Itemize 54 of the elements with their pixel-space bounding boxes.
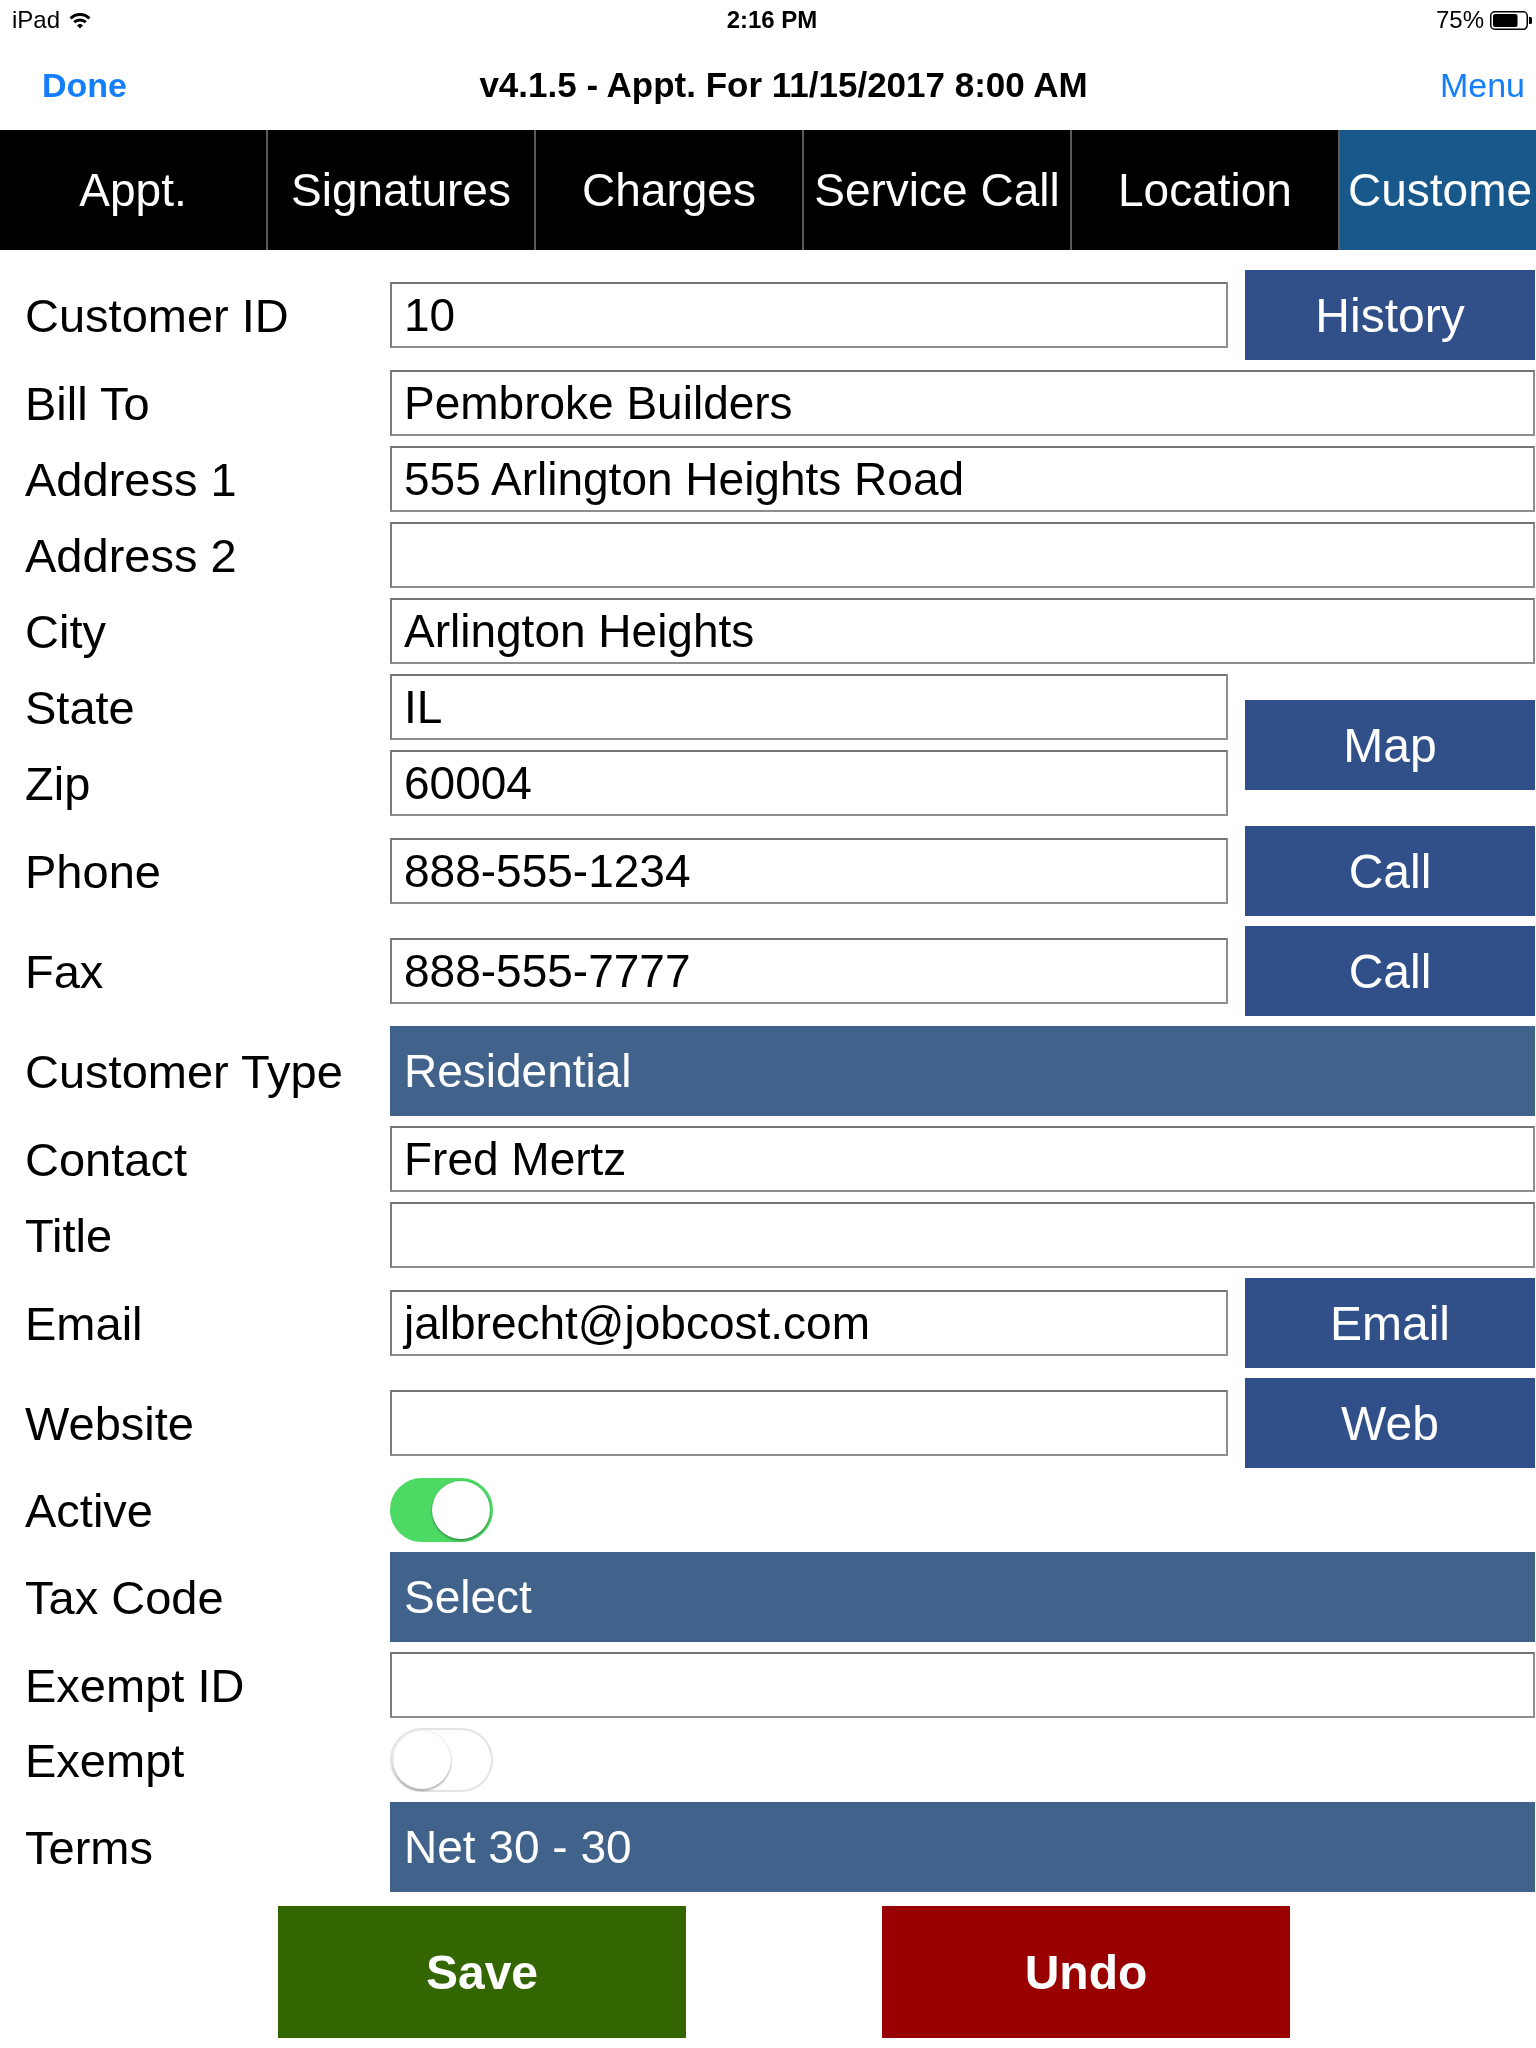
menu-button[interactable]: Menu <box>1439 65 1525 105</box>
action-button[interactable]: History <box>1245 270 1535 360</box>
status-time: 2:16 PM <box>726 6 818 33</box>
input-field[interactable]: Arlington Heights <box>390 598 1535 664</box>
field-label: Tax Code <box>25 1569 225 1625</box>
toggle-switch[interactable] <box>390 1478 493 1542</box>
input-field[interactable]: Pembroke Builders <box>390 370 1535 436</box>
input-field[interactable] <box>390 522 1535 588</box>
field-label: Customer ID <box>25 287 290 343</box>
dropdown-field[interactable]: Residential <box>390 1026 1535 1116</box>
action-button[interactable]: Email <box>1245 1278 1535 1368</box>
field-label: Phone <box>25 843 162 899</box>
done-button[interactable]: Done <box>42 65 127 105</box>
field-label: City <box>25 603 107 659</box>
field-label: State <box>25 679 136 735</box>
wifi-icon <box>69 11 92 29</box>
field-label: Contact <box>25 1131 188 1187</box>
battery-icon <box>1490 10 1532 30</box>
field-label: Fax <box>25 943 105 999</box>
input-field[interactable] <box>390 1202 1535 1268</box>
dropdown-field[interactable]: Net 30 - 30 <box>390 1802 1535 1892</box>
field-label: Exempt ID <box>25 1657 246 1713</box>
field-label: Customer Type <box>25 1043 344 1099</box>
field-label: Active <box>25 1482 154 1538</box>
save-button[interactable]: Save <box>278 1906 686 2038</box>
input-field[interactable]: 555 Arlington Heights Road <box>390 446 1535 512</box>
field-label: Email <box>25 1295 144 1351</box>
input-field[interactable]: 888-555-1234 <box>390 838 1228 904</box>
field-label: Bill To <box>25 375 151 431</box>
undo-button[interactable]: Undo <box>882 1906 1290 2038</box>
battery-percentage: 75% <box>1435 6 1484 34</box>
field-label: Title <box>25 1207 114 1263</box>
field-label: Website <box>25 1395 195 1451</box>
nav-title: v4.1.5 - Appt. For 11/15/2017 8:00 AM <box>479 65 1088 104</box>
input-field[interactable] <box>390 1652 1535 1718</box>
field-label: Address 2 <box>25 527 238 583</box>
input-field[interactable]: 60004 <box>390 750 1228 816</box>
input-field[interactable]: jalbrecht@jobcost.com <box>390 1290 1228 1356</box>
input-field[interactable]: Fred Mertz <box>390 1126 1535 1192</box>
input-field[interactable]: 888-555-7777 <box>390 938 1228 1004</box>
field-label: Terms <box>25 1819 154 1875</box>
field-label: Zip <box>25 755 92 811</box>
field-label: Exempt <box>25 1732 186 1788</box>
dropdown-field[interactable]: Select <box>390 1552 1535 1642</box>
carrier-name: iPad <box>12 6 61 34</box>
action-button[interactable]: Web <box>1245 1378 1535 1468</box>
input-field[interactable] <box>390 1390 1228 1456</box>
action-button[interactable]: Call <box>1245 926 1535 1016</box>
field-label: Address 1 <box>25 451 238 507</box>
action-button[interactable]: Map <box>1245 700 1535 790</box>
input-field[interactable]: IL <box>390 674 1228 740</box>
tab[interactable]: Custome <box>1340 130 1536 250</box>
input-field[interactable]: 10 <box>390 282 1228 348</box>
action-button[interactable]: Call <box>1245 826 1535 916</box>
